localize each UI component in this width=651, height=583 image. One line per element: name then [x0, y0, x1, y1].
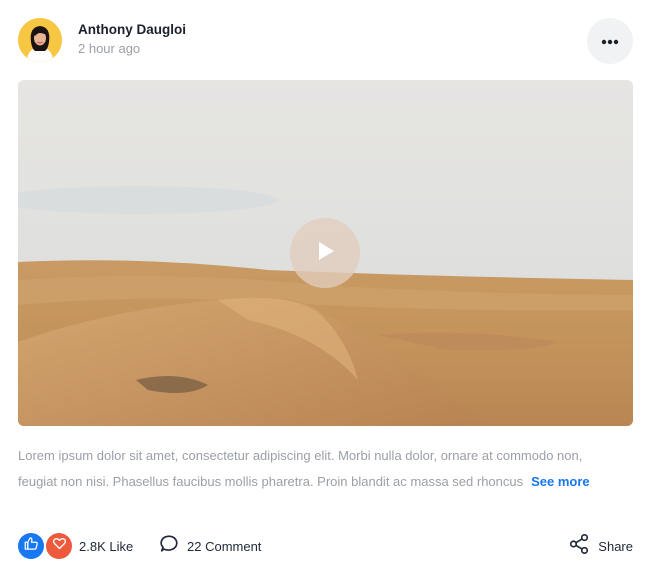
post-card: Anthony Daugloi 2 hour ago Lorem ipsum d…: [0, 0, 651, 583]
share-label: Share: [598, 538, 633, 554]
post-timestamp: 2 hour ago: [78, 41, 141, 56]
play-button[interactable]: [290, 218, 360, 288]
like-count[interactable]: 2.8K Like: [79, 539, 133, 554]
comment-button[interactable]: 22 Comment: [158, 534, 261, 558]
more-options-button[interactable]: [587, 18, 633, 64]
post-header: Anthony Daugloi 2 hour ago: [18, 18, 633, 64]
play-icon: [314, 240, 336, 267]
share-icon: [568, 533, 590, 560]
heart-icon: [52, 536, 67, 556]
comment-bubble-icon: [158, 533, 180, 560]
post-body: Lorem ipsum dolor sit amet, consectetur …: [18, 448, 583, 489]
thumbs-up-icon: [24, 536, 39, 556]
see-more-link[interactable]: See more: [531, 474, 590, 489]
author-name[interactable]: Anthony Daugloi: [78, 22, 186, 37]
like-reaction-button[interactable]: [18, 533, 44, 559]
post-text: Lorem ipsum dolor sit amet, consectetur …: [18, 443, 608, 495]
more-horizontal-icon: [601, 32, 619, 50]
post-video[interactable]: [18, 80, 633, 426]
comment-count: 22 Comment: [187, 538, 262, 554]
avatar[interactable]: [18, 18, 62, 62]
share-button[interactable]: Share: [568, 533, 633, 560]
love-reaction-button[interactable]: [46, 533, 72, 559]
post-actions: 2.8K Like 22 Comment Share: [18, 532, 633, 560]
